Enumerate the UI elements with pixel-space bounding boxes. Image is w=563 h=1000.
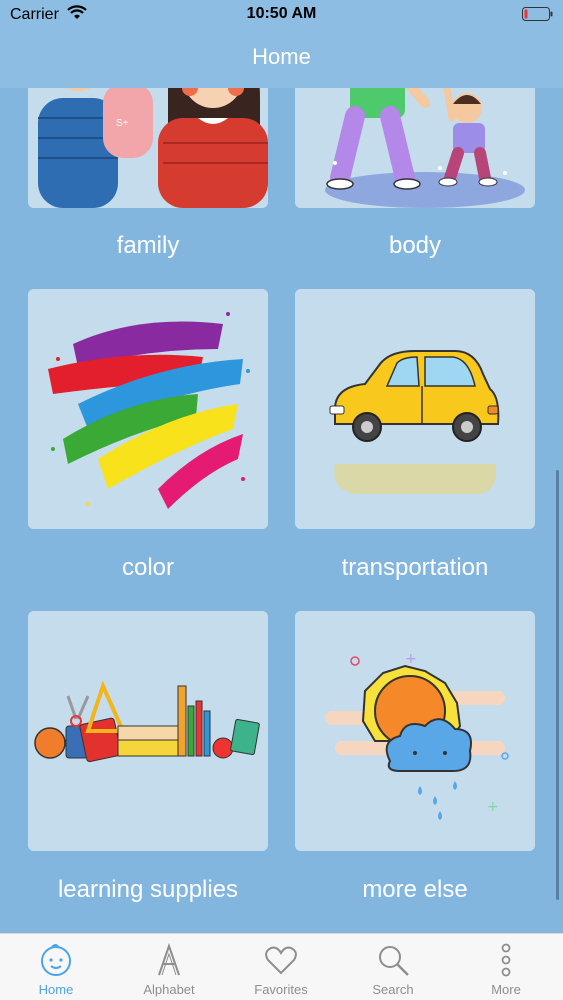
school-supplies-illustration: [28, 611, 268, 851]
category-grid[interactable]: S+ family body color transportation lear…: [0, 88, 563, 933]
battery-icon: [522, 7, 553, 21]
category-label: transportation: [341, 554, 489, 581]
svg-text:S+: S+: [116, 118, 129, 129]
color-splash-illustration: [28, 289, 268, 529]
category-card-transportation[interactable]: [295, 289, 535, 529]
letter-a-icon: [158, 942, 180, 976]
category-card-body[interactable]: [295, 88, 535, 208]
category-card-more-else[interactable]: + +: [295, 611, 535, 851]
tab-label: Alphabet: [143, 982, 195, 997]
tab-label: Home: [38, 982, 74, 997]
category-card-family[interactable]: S+: [28, 88, 268, 208]
tab-home[interactable]: Home: [0, 934, 112, 1000]
category-card-learning-supplies[interactable]: [28, 611, 268, 851]
tab-search[interactable]: Search: [337, 934, 449, 1000]
tab-label: Favorites: [254, 982, 308, 997]
svg-text:+: +: [405, 651, 417, 667]
tab-favorites[interactable]: Favorites: [225, 934, 337, 1000]
car-illustration: [295, 289, 535, 529]
family-illustration: S+: [28, 88, 268, 208]
tab-alphabet[interactable]: Alphabet: [113, 934, 225, 1000]
category-label: more else: [362, 876, 468, 903]
category-label: body: [388, 232, 442, 259]
weather-illustration: + +: [295, 611, 535, 851]
top-bar: Carrier 10:50 AM Home: [0, 0, 563, 88]
tab-label: More: [491, 982, 521, 997]
tab-label: Search: [372, 982, 414, 997]
more-dots-icon: [501, 943, 511, 977]
category-card-color[interactable]: [28, 289, 268, 529]
tab-bar: Home Alphabet Favorites Search More: [0, 933, 563, 1000]
scroll-indicator: [556, 470, 559, 900]
magnifier-icon: [379, 946, 409, 976]
page-title: Home: [252, 44, 311, 69]
category-label: learning supplies: [57, 876, 239, 903]
tab-more[interactable]: More: [450, 934, 562, 1000]
heart-icon: [265, 946, 297, 975]
category-label: color: [121, 554, 175, 581]
status-time: 10:50 AM: [246, 5, 317, 22]
body-illustration: [295, 88, 535, 208]
svg-text:+: +: [487, 799, 499, 815]
status-bar: Carrier 10:50 AM: [0, 0, 563, 30]
baby-face-icon: [41, 944, 71, 976]
category-label: family: [116, 232, 180, 259]
